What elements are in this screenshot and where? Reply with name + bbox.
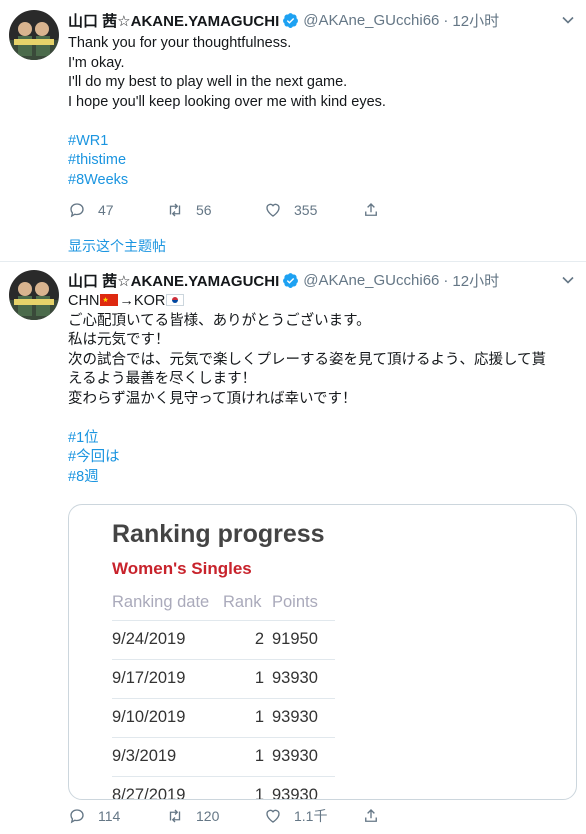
reply-icon	[70, 203, 84, 218]
share-button[interactable]	[362, 201, 392, 219]
share-icon	[365, 203, 377, 216]
show-thread-link[interactable]: 显示这个主题帖	[68, 236, 166, 256]
like-button[interactable]: 355	[264, 201, 362, 219]
ranking-table: Ranking date Rank Points 9/24/2019 2 919…	[112, 586, 335, 799]
timestamp[interactable]: 12小时	[452, 10, 499, 31]
display-name[interactable]: 山口 茜☆AKANE.YAMAGUCHI	[68, 270, 279, 291]
cell-points: 93930	[272, 736, 335, 776]
tweet-actions: 114 120 1.1千	[68, 806, 392, 826]
tweet-text-line: 次の試合では、元気で楽しくプレーする姿を見て頂けるよう、応援して貰	[68, 351, 547, 368]
tweet-header: 山口 茜☆AKANE.YAMAGUCHI @AKAne_GUcchi66 · 1…	[68, 269, 499, 291]
tweet-text-line: えるよう最善を尽くします！	[68, 371, 257, 387]
tweet-text-line: I'll do my best to play well in the next…	[68, 74, 348, 90]
cell-rank: 1	[223, 775, 272, 799]
cell-date: 8/27/2019	[112, 775, 223, 799]
cell-points: 91950	[272, 619, 335, 659]
user-handle[interactable]: @AKAne_GUcchi66	[303, 12, 439, 29]
tweet-text-line: I hope you'll keep looking over me with …	[68, 93, 386, 110]
column-header-points: Points	[272, 593, 318, 612]
hashtag-link[interactable]: #WR1	[68, 132, 574, 152]
avatar[interactable]	[9, 270, 59, 320]
tweet-text-line: Thank you for your thoughtfulness.	[68, 35, 292, 51]
display-name[interactable]: 山口 茜☆AKANE.YAMAGUCHI	[68, 10, 279, 31]
tweet-header: 山口 茜☆AKANE.YAMAGUCHI @AKAne_GUcchi66 · 1…	[68, 9, 499, 31]
tweet[interactable]: 山口 茜☆AKANE.YAMAGUCHI @AKAne_GUcchi66 · 1…	[0, 0, 586, 262]
share-icon	[365, 809, 377, 822]
retweet-count: 120	[196, 808, 220, 824]
column-header-date: Ranking date	[112, 593, 210, 612]
flag-line-mid: →KOR	[119, 293, 166, 309]
hashtag-link[interactable]: #今回は	[68, 448, 574, 468]
heart-icon	[266, 809, 280, 823]
table-header-row: Ranking date Rank Points	[112, 586, 335, 620]
table-row: 8/27/2019 1 93930	[112, 775, 335, 799]
hashtag-link[interactable]: #8週	[68, 468, 574, 488]
avatar[interactable]	[9, 10, 59, 60]
ranking-subtitle: Women's Singles	[112, 559, 252, 578]
hashtag-link[interactable]: #8Weeks	[68, 171, 574, 191]
cell-rank: 1	[223, 658, 272, 698]
tweet-text-line: 私は元気です！	[68, 332, 170, 348]
china-flag-icon	[100, 291, 119, 311]
reply-button[interactable]: 114	[68, 807, 166, 825]
cell-date: 9/10/2019	[112, 697, 223, 737]
table-row: 9/3/2019 1 93930	[112, 736, 335, 776]
retweet-icon	[169, 809, 181, 823]
hashtag-link[interactable]: #1位	[68, 429, 574, 449]
like-count: 355	[294, 202, 318, 218]
caret-down-icon[interactable]	[560, 272, 576, 288]
separator-dot: ·	[443, 271, 449, 289]
cell-date: 9/3/2019	[112, 736, 223, 776]
cell-points: 93930	[272, 697, 335, 737]
retweet-button[interactable]: 120	[166, 807, 264, 825]
like-button[interactable]: 1.1千	[264, 806, 362, 826]
tweet-text: CHN →KOR ご心配頂いてる皆様、ありがとうございます。 私は元気です！ 次の…	[68, 291, 574, 488]
tweet-text-line: ご心配頂いてる皆様、ありがとうございます。	[68, 312, 371, 329]
table-row: 9/10/2019 1 93930	[112, 697, 335, 737]
like-count: 1.1千	[294, 808, 328, 824]
flag-line: CHN →KOR	[68, 291, 574, 312]
cell-rank: 1	[223, 736, 272, 776]
tweet-text: Thank you for your thoughtfulness. I'm o…	[68, 34, 574, 190]
cell-rank: 1	[223, 697, 272, 737]
verified-badge-icon	[282, 12, 299, 29]
column-header-rank: Rank	[223, 593, 262, 612]
flag-line-prefix: CHN	[68, 293, 100, 309]
retweet-icon	[169, 203, 181, 217]
cell-points: 93930	[272, 775, 335, 799]
tweet-image-card[interactable]: Ranking progress Women's Singles Ranking…	[68, 504, 577, 800]
retweet-button[interactable]: 56	[166, 201, 264, 219]
retweet-count: 56	[196, 202, 212, 218]
reply-count: 47	[98, 202, 114, 218]
korea-flag-icon	[166, 294, 185, 306]
cell-rank: 2	[223, 619, 272, 659]
reply-button[interactable]: 47	[68, 201, 166, 219]
timestamp[interactable]: 12小时	[452, 270, 499, 291]
reply-icon	[70, 809, 84, 824]
table-row: 9/17/2019 1 93930	[112, 658, 335, 698]
tweet-text-line: 変わらず温かく見守って頂ければ幸いです！	[68, 390, 357, 407]
heart-icon	[266, 203, 280, 217]
separator-dot: ·	[443, 11, 449, 29]
cell-date: 9/24/2019	[112, 619, 223, 659]
cell-date: 9/17/2019	[112, 658, 223, 698]
tweet-text-line: I'm okay.	[68, 54, 125, 71]
verified-badge-icon	[282, 272, 299, 289]
tweet-actions: 47 56 355	[68, 200, 392, 220]
user-handle[interactable]: @AKAne_GUcchi66	[303, 272, 439, 289]
ranking-title: Ranking progress	[112, 520, 325, 548]
table-row: 9/24/2019 2 91950	[112, 619, 335, 659]
reply-count: 114	[98, 808, 121, 824]
caret-down-icon[interactable]	[560, 12, 576, 28]
share-button[interactable]	[362, 807, 392, 825]
hashtag-link[interactable]: #thistime	[68, 151, 574, 171]
cell-points: 93930	[272, 658, 335, 698]
